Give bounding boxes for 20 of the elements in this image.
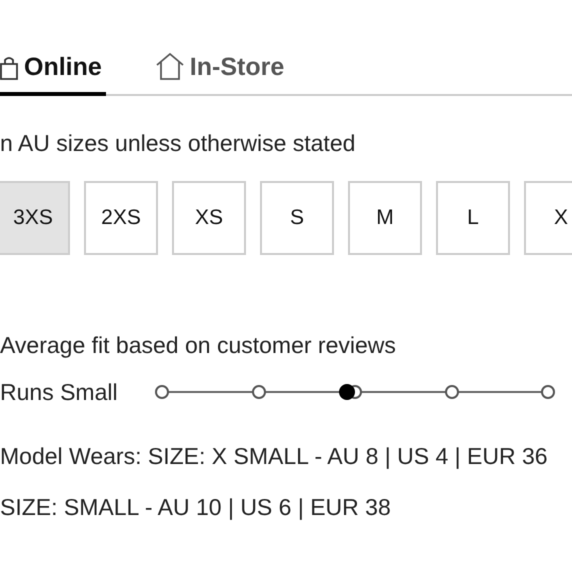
size-option[interactable]: M: [348, 181, 422, 255]
size-note: n AU sizes unless otherwise stated: [0, 130, 356, 157]
scale-stop: [252, 385, 266, 399]
size-option[interactable]: L: [436, 181, 510, 255]
scale-stop: [155, 385, 169, 399]
fit-heading: Average fit based on customer reviews: [0, 332, 397, 359]
scale-stop: [444, 385, 458, 399]
size-option[interactable]: S: [260, 181, 334, 255]
scale-stop: [541, 385, 555, 399]
model-size-info: SIZE: SMALL - AU 10 | US 6 | EUR 38: [0, 494, 392, 521]
fit-label: Runs Small: [0, 378, 119, 406]
tab[interactable]: Online: [0, 44, 106, 96]
tab[interactable]: In-Store: [156, 44, 288, 96]
size-option[interactable]: 2XS: [84, 181, 158, 255]
model-size-info: Model Wears: SIZE: X SMALL - AU 8 | US 4 | EUR 36: [0, 443, 549, 470]
size-option[interactable]: X: [524, 181, 572, 255]
size-option[interactable]: 3XS: [0, 181, 70, 255]
bag-icon: [0, 56, 18, 80]
size-option[interactable]: XS: [172, 181, 246, 255]
house-icon: [156, 52, 184, 80]
